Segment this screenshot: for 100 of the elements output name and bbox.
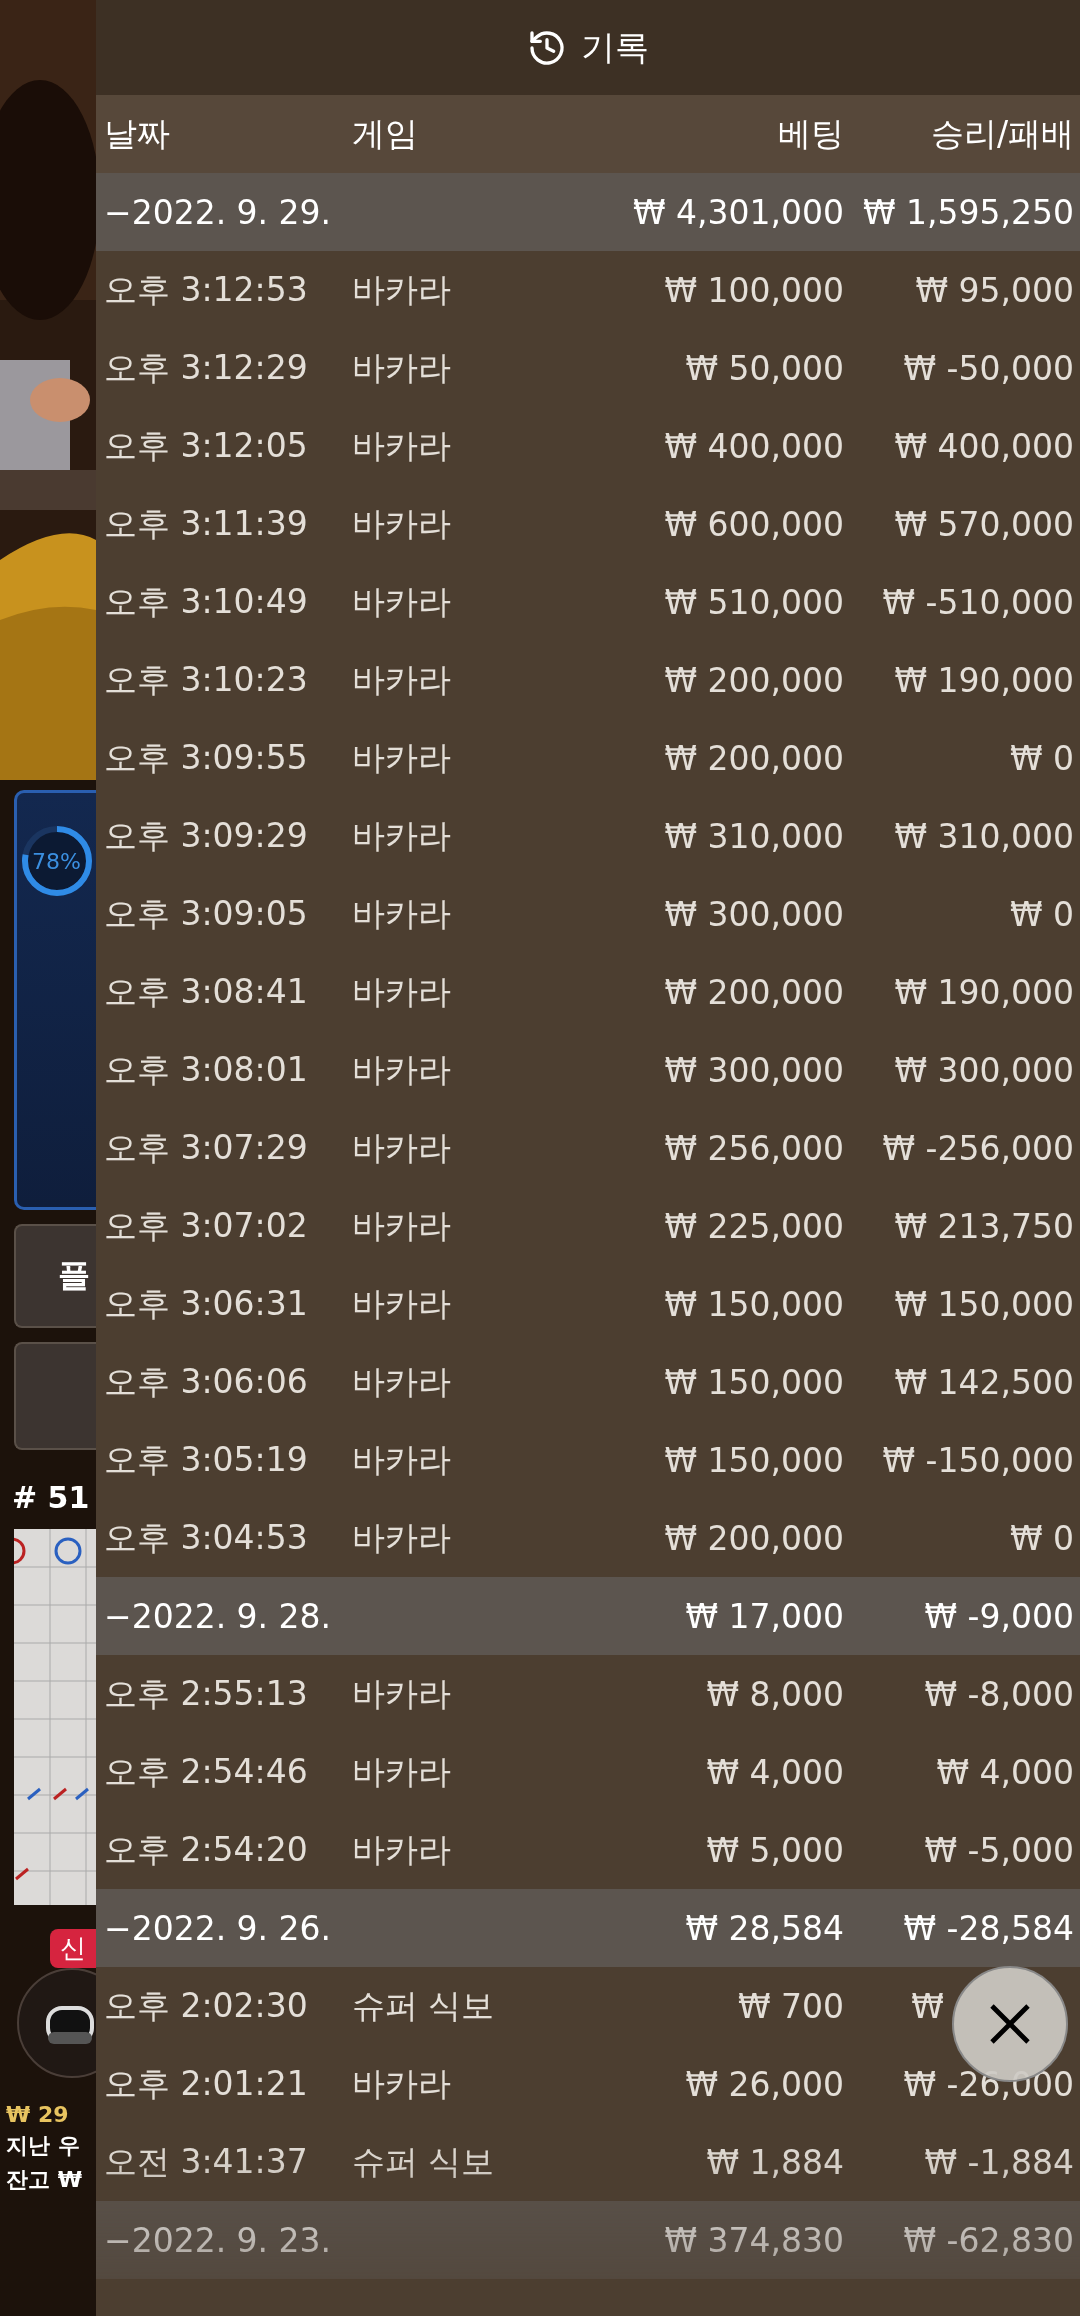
bet-amount: ₩ 300,000 bbox=[663, 894, 844, 934]
column-heading[interactable]: 베팅 bbox=[594, 111, 844, 157]
bet-amount: ₩ 150,000 bbox=[663, 1362, 844, 1402]
bet-time: 오후 3:10:49 bbox=[104, 580, 309, 623]
balance-label: 잔고 ₩ bbox=[6, 2166, 83, 2194]
game-name: 바카라 bbox=[352, 1750, 452, 1793]
game-name: 바카라 bbox=[352, 970, 452, 1013]
game-name: 바카라 bbox=[352, 1516, 452, 1559]
column-heading[interactable]: 날짜 bbox=[104, 111, 352, 157]
result-amount: ₩ -50,000 bbox=[902, 348, 1074, 388]
result-amount: ₩ -5,000 bbox=[923, 1830, 1074, 1870]
progress-label: 78% bbox=[31, 847, 82, 876]
game-name: 바카라 bbox=[352, 658, 452, 701]
bet-amount: ₩ 200,000 bbox=[663, 660, 844, 700]
group-date: −2022. 9. 23. bbox=[104, 2220, 333, 2260]
bet-time: 오후 3:09:05 bbox=[104, 892, 309, 935]
game-name: 바카라 bbox=[352, 268, 452, 311]
group-result-total: ₩ -9,000 bbox=[923, 1596, 1074, 1636]
column-heading[interactable]: 게임 bbox=[352, 111, 594, 157]
bet-time: 오후 3:09:29 bbox=[104, 814, 309, 857]
result-amount: ₩ 213,750 bbox=[893, 1206, 1074, 1246]
bet-amount: ₩ 225,000 bbox=[663, 1206, 844, 1246]
bet-button[interactable]: 플 bbox=[14, 1224, 96, 1328]
group-result-total: ₩ 1,595,250 bbox=[861, 192, 1074, 232]
game-name: 바카라 bbox=[352, 502, 452, 545]
result-amount: ₩ 142,500 bbox=[893, 1362, 1074, 1402]
result-amount: ₩ -1,884 bbox=[923, 2142, 1074, 2182]
bet-time: 오후 3:12:05 bbox=[104, 424, 309, 467]
result-amount: ₩ 150,000 bbox=[893, 1284, 1074, 1324]
bet-amount: ₩ 26,000 bbox=[684, 2064, 844, 2104]
result-amount: ₩ 0 bbox=[1008, 894, 1074, 934]
bet-amount: ₩ 256,000 bbox=[663, 1128, 844, 1168]
game-name: 바카라 bbox=[352, 1360, 452, 1403]
game-name: 바카라 bbox=[352, 736, 452, 779]
result-amount: ₩ 400,000 bbox=[893, 426, 1074, 466]
game-name: 바카라 bbox=[352, 814, 452, 857]
bet-amount: ₩ 310,000 bbox=[663, 816, 844, 856]
result-amount: ₩ bbox=[910, 1986, 944, 2026]
group-date: −2022. 9. 26. bbox=[104, 1908, 333, 1948]
result-amount: ₩ 190,000 bbox=[893, 660, 1074, 700]
result-amount: ₩ 190,000 bbox=[893, 972, 1074, 1012]
bet-amount: ₩ 200,000 bbox=[663, 738, 844, 778]
bet-amount: ₩ 1,884 bbox=[705, 2142, 844, 2182]
bet-time: 오후 3:09:55 bbox=[104, 736, 309, 779]
bet-amount: ₩ 200,000 bbox=[663, 972, 844, 1012]
game-name: 바카라 bbox=[352, 1048, 452, 1091]
bet-time: 오후 2:54:46 bbox=[104, 1750, 309, 1793]
bet-amount: ₩ 200,000 bbox=[663, 1518, 844, 1558]
bet-amount: ₩ 50,000 bbox=[684, 348, 844, 388]
win-amount: ₩ 29 bbox=[6, 2102, 70, 2127]
game-name: 바카라 bbox=[352, 346, 452, 389]
game-name: 바카라 bbox=[352, 1438, 452, 1481]
panel-title: 기록 bbox=[581, 25, 649, 69]
date-group-row[interactable]: −2022. 9. 26. ₩ 28,584 ₩ -28,584 bbox=[96, 1889, 1080, 1967]
result-amount: ₩ -510,000 bbox=[881, 582, 1074, 622]
group-bet-total: ₩ 4,301,000 bbox=[631, 192, 844, 232]
game-name: 슈퍼 식보 bbox=[352, 2140, 496, 2183]
bet-time: 오후 3:07:29 bbox=[104, 1126, 309, 1169]
game-name: 바카라 bbox=[352, 1126, 452, 1169]
bet-time: 오후 3:05:19 bbox=[104, 1438, 309, 1481]
date-group-row[interactable]: −2022. 9. 23. ₩ 374,830 ₩ -62,830 bbox=[96, 2201, 1080, 2279]
bet-amount: ₩ 300,000 bbox=[663, 1050, 844, 1090]
bet-amount: ₩ 4,000 bbox=[705, 1752, 844, 1792]
game-name: 바카라 bbox=[352, 1282, 452, 1325]
column-heading[interactable]: 승리/패배 bbox=[844, 111, 1074, 157]
bet-time: 오후 3:08:01 bbox=[104, 1048, 309, 1091]
bet-time: 오후 3:06:06 bbox=[104, 1360, 309, 1403]
bet-amount: ₩ 700 bbox=[736, 1986, 844, 2026]
bet-time: 오후 2:55:13 bbox=[104, 1672, 309, 1715]
game-name: 슈퍼 식보 bbox=[352, 1984, 496, 2027]
bet-amount: ₩ 510,000 bbox=[663, 582, 844, 622]
bet-amount: ₩ 8,000 bbox=[705, 1674, 844, 1714]
result-amount: ₩ -8,000 bbox=[923, 1674, 1074, 1714]
date-group-row[interactable]: −2022. 9. 28. ₩ 17,000 ₩ -9,000 bbox=[96, 1577, 1080, 1655]
group-bet-total: ₩ 28,584 bbox=[684, 1908, 844, 1948]
bet-time: 오후 3:06:31 bbox=[104, 1282, 309, 1325]
game-name: 바카라 bbox=[352, 892, 452, 935]
result-amount: ₩ -150,000 bbox=[881, 1440, 1074, 1480]
bet-time: 오후 3:07:02 bbox=[104, 1204, 309, 1247]
group-date: −2022. 9. 29. bbox=[104, 192, 333, 232]
game-name: 바카라 bbox=[352, 1204, 452, 1247]
game-name: 바카라 bbox=[352, 1828, 452, 1871]
game-name: 바카라 bbox=[352, 1672, 452, 1715]
bet-amount: ₩ 150,000 bbox=[663, 1284, 844, 1324]
bet-amount: ₩ 150,000 bbox=[663, 1440, 844, 1480]
game-name: 바카라 bbox=[352, 580, 452, 623]
result-amount: ₩ 0 bbox=[1008, 738, 1074, 778]
new-badge: 신 bbox=[50, 1929, 96, 1968]
bet-time: 오후 2:01:21 bbox=[104, 2062, 309, 2105]
bet-time: 오후 3:08:41 bbox=[104, 970, 309, 1013]
date-group-row[interactable]: −2022. 9. 29. ₩ 4,301,000 ₩ 1,595,250 bbox=[96, 173, 1080, 251]
last-win-label: 지난 우 bbox=[6, 2132, 81, 2160]
bet-time: 오후 2:54:20 bbox=[104, 1828, 309, 1871]
bet-amount: ₩ 5,000 bbox=[705, 1830, 844, 1870]
bet-amount: ₩ 100,000 bbox=[663, 270, 844, 310]
round-number: # 51 bbox=[12, 1480, 91, 1515]
game-name: 바카라 bbox=[352, 424, 452, 467]
group-bet-total: ₩ 17,000 bbox=[684, 1596, 844, 1636]
group-result-total: ₩ -28,584 bbox=[902, 1908, 1074, 1948]
bet-time: 오후 3:10:23 bbox=[104, 658, 309, 701]
